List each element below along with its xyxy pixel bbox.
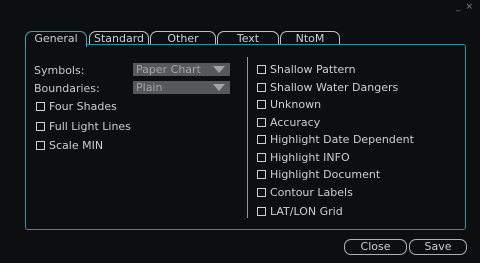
tab-ntom[interactable]: NtoM bbox=[280, 31, 340, 45]
chevron-down-icon bbox=[213, 66, 225, 73]
tab-standard[interactable]: Standard bbox=[89, 31, 149, 45]
checkbox-label: Highlight Document bbox=[270, 168, 381, 181]
checkbox-label: Accuracy bbox=[270, 116, 321, 129]
checkbox-label: Full Light Lines bbox=[49, 120, 131, 133]
checkbox-box[interactable] bbox=[36, 141, 45, 150]
checkbox-box[interactable] bbox=[257, 207, 266, 216]
checkbox-label: Highlight Date Dependent bbox=[270, 133, 414, 146]
tab-other[interactable]: Other bbox=[150, 31, 216, 45]
tab-text[interactable]: Text bbox=[217, 31, 279, 45]
column-divider bbox=[247, 57, 248, 218]
checkbox-label: Shallow Water Dangers bbox=[270, 81, 399, 94]
symbols-value: Paper Chart bbox=[136, 63, 201, 76]
checkbox-label: LAT/LON Grid bbox=[270, 205, 343, 218]
checkbox-label: Scale MIN bbox=[49, 139, 104, 152]
boundaries-dropdown[interactable]: Plain bbox=[133, 81, 230, 94]
checkbox-box[interactable] bbox=[36, 102, 45, 111]
checkbox-label: Highlight INFO bbox=[270, 151, 350, 164]
checkbox-box[interactable] bbox=[257, 153, 266, 162]
checkbox-box[interactable] bbox=[257, 65, 266, 74]
checkbox-box[interactable] bbox=[257, 188, 266, 197]
save-button[interactable]: Save bbox=[409, 239, 467, 255]
checkbox-box[interactable] bbox=[257, 83, 266, 92]
symbols-dropdown[interactable]: Paper Chart bbox=[133, 63, 230, 76]
boundaries-value: Plain bbox=[136, 81, 163, 94]
checkbox-box[interactable] bbox=[257, 135, 266, 144]
checkbox-label: Four Shades bbox=[49, 100, 117, 113]
checkbox-label: Contour Labels bbox=[270, 186, 353, 199]
chevron-down-icon bbox=[213, 84, 225, 91]
close-button[interactable]: Close bbox=[344, 239, 407, 255]
checkbox-label: Unknown bbox=[270, 98, 322, 111]
checkbox-box[interactable] bbox=[257, 100, 266, 109]
tab-general[interactable]: General bbox=[25, 31, 87, 47]
checkbox-label: Shallow Pattern bbox=[270, 63, 356, 76]
checkbox-box[interactable] bbox=[257, 118, 266, 127]
checkbox-box[interactable] bbox=[36, 122, 45, 131]
window-controls[interactable]: _ × bbox=[456, 2, 474, 12]
checkbox-box[interactable] bbox=[257, 170, 266, 179]
